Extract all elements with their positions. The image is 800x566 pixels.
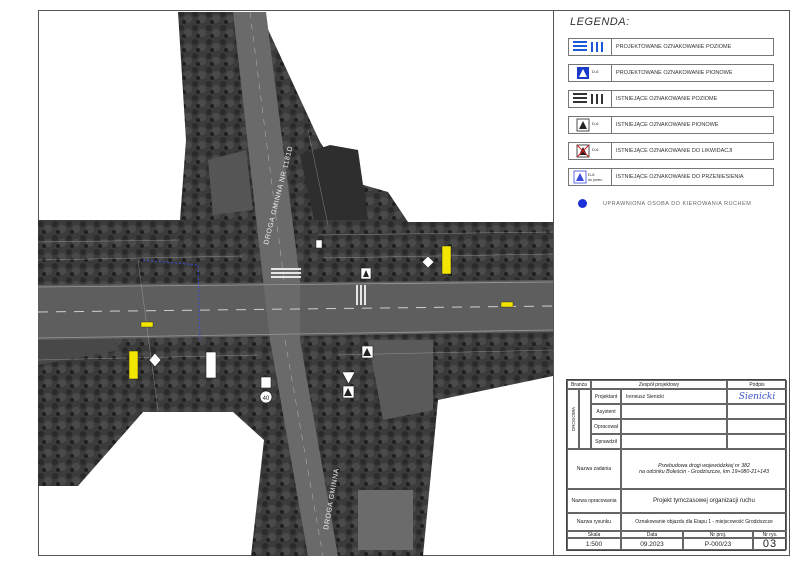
header-branza: Branża bbox=[567, 380, 591, 389]
header-podpis: Podpis bbox=[727, 380, 787, 389]
sprawdzil-signature bbox=[727, 434, 787, 449]
header-nr-rys: Nr rys. bbox=[753, 531, 787, 538]
header-zespol: Zespół projektowy bbox=[591, 380, 727, 389]
header-nr-proj: Nr proj. bbox=[683, 531, 753, 538]
legend-label: ISTNIEJĄCE OZNAKOWANIE POZIOME bbox=[612, 90, 774, 108]
study-name: Projekt tymczasowej organizacji ruchu bbox=[621, 489, 787, 513]
sign-yellow-small-2 bbox=[500, 301, 514, 308]
section-label: DROGOWA bbox=[567, 389, 579, 449]
role-asystent: Asystent bbox=[591, 404, 621, 419]
legend-label: PROJEKTOWANE OZNAKOWANIE PIONOWE bbox=[612, 64, 774, 82]
svg-text:40: 40 bbox=[263, 396, 270, 402]
asystent-value bbox=[621, 404, 727, 419]
legend-label: PROJEKTOWANE OZNAKOWANIE POZIOME bbox=[612, 38, 774, 56]
legend-title: LEGENDA: bbox=[570, 16, 630, 28]
sign-to-remove-icon: D-6 bbox=[568, 142, 612, 160]
label-nazwa-zadania: Nazwa zadania bbox=[567, 449, 621, 489]
legend-row-existing-vertical: D-6 ISTNIEJĄCE OZNAKOWANIE PIONOWE bbox=[568, 116, 774, 134]
aerial-map: DROGA GMINNA NR 1181D DROGA GMINNA 40 bbox=[38, 10, 553, 556]
sign-small-arrow bbox=[315, 239, 323, 249]
right-panel: LEGENDA: PROJEKTOWANE OZNAKOWANIE POZIOM… bbox=[553, 10, 790, 556]
role-sprawdzil: Sprawdził bbox=[591, 434, 621, 449]
sign-code: D-6 bbox=[592, 147, 599, 152]
title-block: Branża Zespół projektowy Podpis DROGOWA … bbox=[566, 379, 787, 551]
projected-horizontal-marking-icon bbox=[568, 38, 612, 56]
traffic-controller-dot-icon bbox=[578, 199, 587, 208]
legend-row-to-remove: D-6 ISTNIEJĄCE OZNAKOWANIE DO LIKWIDACJI bbox=[568, 142, 774, 160]
legend-row-projected-horizontal: PROJEKTOWANE OZNAKOWANIE POZIOME bbox=[568, 38, 774, 56]
sign-white-directional bbox=[205, 351, 217, 379]
legend-row-existing-horizontal: ISTNIEJĄCE OZNAKOWANIE POZIOME bbox=[568, 90, 774, 108]
task-line-2: na odcinku Boleścin - Grodziszcze, km 19… bbox=[639, 469, 769, 475]
sign-yellow-small-1 bbox=[140, 321, 154, 328]
header-data: Data bbox=[621, 531, 683, 538]
sign-pedestrian-crossing-1 bbox=[360, 267, 372, 280]
drawing-number: 03 bbox=[753, 538, 787, 550]
project-number: P-000/23 bbox=[683, 538, 753, 550]
legend-row-projected-vertical: D-6 PROJEKTOWANE OZNAKOWANIE PIONOWE bbox=[568, 64, 774, 82]
section-blank bbox=[579, 389, 591, 449]
drawing-name: Oznakowanie objazdu dla Etapu 1 - miejsc… bbox=[621, 513, 787, 531]
legend-row-to-relocate: D-6 do przen. ISTNIEJĄCE OZNAKOWANIE DO … bbox=[568, 168, 774, 186]
sprawdzil-value bbox=[621, 434, 727, 449]
opracowal-signature bbox=[727, 419, 787, 434]
role-projektant: Projektant bbox=[591, 389, 621, 404]
label-nazwa-opracowania: Nazwa opracowania bbox=[567, 489, 621, 513]
header-skala: Skala bbox=[567, 531, 621, 538]
label-nazwa-rysunku: Nazwa rysunku bbox=[567, 513, 621, 531]
sign-pedestrian-crossing-3 bbox=[342, 385, 355, 399]
sign-code: D-6 bbox=[592, 69, 599, 74]
legend-row-traffic-controller: UPRAWNIONA OSOBA DO KIEROWANIA RUCHEM bbox=[578, 199, 751, 208]
sign-pedestrian-crossing-2 bbox=[361, 345, 374, 359]
date-value: 09.2023 bbox=[621, 538, 683, 550]
task-name: Przebudowa drogi wojewódzkiej nr 382 na … bbox=[621, 449, 787, 489]
asystent-signature bbox=[727, 404, 787, 419]
scale-value: 1:500 bbox=[567, 538, 621, 550]
sign-subcode: do przen. bbox=[588, 178, 603, 182]
sign-code: D-6 bbox=[588, 172, 595, 177]
existing-horizontal-marking-icon bbox=[568, 90, 612, 108]
legend-label: UPRAWNIONA OSOBA DO KIEROWANIA RUCHEM bbox=[603, 200, 752, 207]
existing-vertical-sign-icon: D-6 bbox=[568, 116, 612, 134]
legend-label: ISTNIEJĄCE OZNAKOWANIE PIONOWE bbox=[612, 116, 774, 134]
legend-label: ISTNIEJĄCE OZNAKOWANIE DO PRZENIESIENIA bbox=[612, 168, 774, 186]
map-canvas: DROGA GMINNA NR 1181D DROGA GMINNA 40 bbox=[38, 11, 553, 556]
legend-label: ISTNIEJĄCE OZNAKOWANIE DO LIKWIDACJI bbox=[612, 142, 774, 160]
role-opracowal: Opracował bbox=[591, 419, 621, 434]
sign-code: D-6 bbox=[592, 121, 599, 126]
sign-to-relocate-icon: D-6 do przen. bbox=[568, 168, 612, 186]
opracowal-value bbox=[621, 419, 727, 434]
signature: Sienicki bbox=[727, 389, 787, 404]
designer-name: Ireneusz Sienicki bbox=[621, 389, 727, 404]
projected-vertical-sign-icon: D-6 bbox=[568, 64, 612, 82]
